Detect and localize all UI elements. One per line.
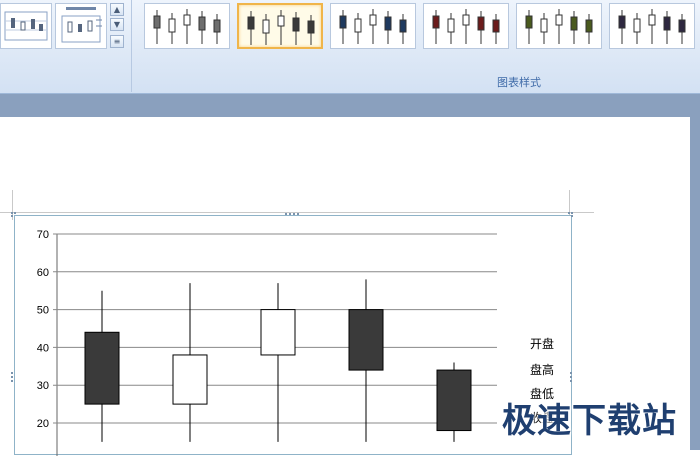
- resize-handle-right-middle[interactable]: [570, 372, 575, 384]
- chart-style-2-preview-icon: [247, 10, 315, 45]
- y-tick-label-70: 70: [37, 229, 49, 241]
- candle-3-body: [260, 309, 296, 356]
- resize-handle-top-middle[interactable]: [285, 213, 301, 218]
- layout-2-preview-icon: [61, 7, 102, 43]
- chart-style-1[interactable]: [144, 3, 230, 49]
- chart-style-6[interactable]: [609, 3, 695, 49]
- candle-1[interactable]: [84, 290, 120, 442]
- gallery-scroll-down-button[interactable]: ▼: [110, 18, 124, 31]
- candle-2[interactable]: [172, 283, 208, 442]
- y-tick-label-60: 60: [37, 267, 49, 279]
- candle-3[interactable]: [260, 283, 296, 442]
- candle-5-body: [436, 369, 472, 432]
- stock-chart-plot: 20 30 40 50 60 70: [37, 229, 497, 456]
- resize-handle-top-right[interactable]: [568, 212, 573, 217]
- gallery-scroll-up-button[interactable]: ▲: [110, 3, 124, 16]
- chart-style-3[interactable]: [330, 3, 416, 49]
- y-tick-label-20: 20: [37, 418, 49, 430]
- y-tick-label-40: 40: [37, 342, 49, 354]
- chart-styles-group: 图表样式: [137, 0, 700, 92]
- chart-style-4[interactable]: [423, 3, 509, 49]
- chart-layouts-group: ▲ ▼ ≡: [0, 0, 132, 92]
- candle-1-body: [84, 331, 120, 405]
- watermark-logo: 极速下载站: [502, 401, 677, 441]
- candle-5[interactable]: [436, 362, 472, 442]
- chart-layout-thumbnail-1[interactable]: [0, 3, 52, 49]
- candle-2-body: [172, 354, 208, 405]
- ribbon: ▲ ▼ ≡ 图表样式: [0, 0, 700, 94]
- chart-layout-thumbnail-2[interactable]: [55, 3, 107, 49]
- legend-entry-open: 开盘: [530, 337, 555, 351]
- gallery-more-button[interactable]: ≡: [110, 35, 124, 48]
- candle-4[interactable]: [348, 279, 384, 442]
- legend-entry-high: 盘高: [530, 363, 555, 377]
- chart-style-1-preview-icon: [153, 9, 221, 44]
- candle-4-body: [348, 309, 384, 371]
- chart-style-5-preview-icon: [525, 9, 593, 44]
- resize-handle-top-left[interactable]: [11, 212, 16, 217]
- chart-style-6-preview-icon: [618, 9, 686, 44]
- chart-style-4-preview-icon: [432, 9, 500, 44]
- chart-style-5[interactable]: [516, 3, 602, 49]
- y-tick-label-50: 50: [37, 305, 49, 317]
- layout-1-preview-icon: [4, 11, 48, 41]
- resize-handle-left-middle[interactable]: [11, 372, 16, 384]
- chart-style-3-preview-icon: [339, 9, 407, 44]
- chart-styles-group-label: 图表样式: [497, 76, 541, 89]
- y-tick-label-30: 30: [37, 380, 49, 392]
- chart-style-2[interactable]: [237, 3, 323, 49]
- stock-chart-object[interactable]: 20 30 40 50 60 70: [11, 212, 575, 456]
